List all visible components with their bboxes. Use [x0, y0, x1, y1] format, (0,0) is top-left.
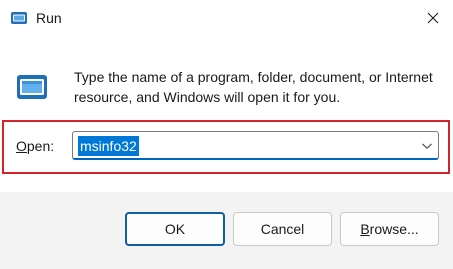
browse-label-rest: rowse...: [369, 221, 419, 237]
browse-button[interactable]: Browse...: [340, 212, 439, 246]
open-label-rest: pen:: [26, 138, 55, 154]
close-button[interactable]: [418, 4, 448, 32]
cancel-button[interactable]: Cancel: [233, 212, 332, 246]
title-bar[interactable]: Run: [0, 0, 453, 36]
dropdown-button[interactable]: [419, 138, 435, 154]
run-icon: [17, 75, 47, 99]
ok-button-label: OK: [164, 221, 186, 237]
open-label: Open:: [16, 138, 54, 154]
open-label-mnemonic: O: [16, 138, 27, 154]
dialog-description: Type the name of a program, folder, docu…: [74, 69, 433, 105]
cancel-button-label: Cancel: [260, 221, 305, 237]
ok-button[interactable]: OK: [125, 212, 225, 246]
run-app-icon: [11, 12, 27, 24]
close-icon: [427, 12, 439, 24]
run-dialog: Run Type the name of a program, folder, …: [0, 0, 453, 269]
chevron-down-icon: [422, 143, 432, 150]
browse-mnemonic: B: [360, 221, 370, 237]
open-combobox[interactable]: msinfo32: [72, 131, 439, 160]
open-input-value[interactable]: msinfo32: [78, 136, 139, 156]
window-title: Run: [36, 10, 62, 26]
